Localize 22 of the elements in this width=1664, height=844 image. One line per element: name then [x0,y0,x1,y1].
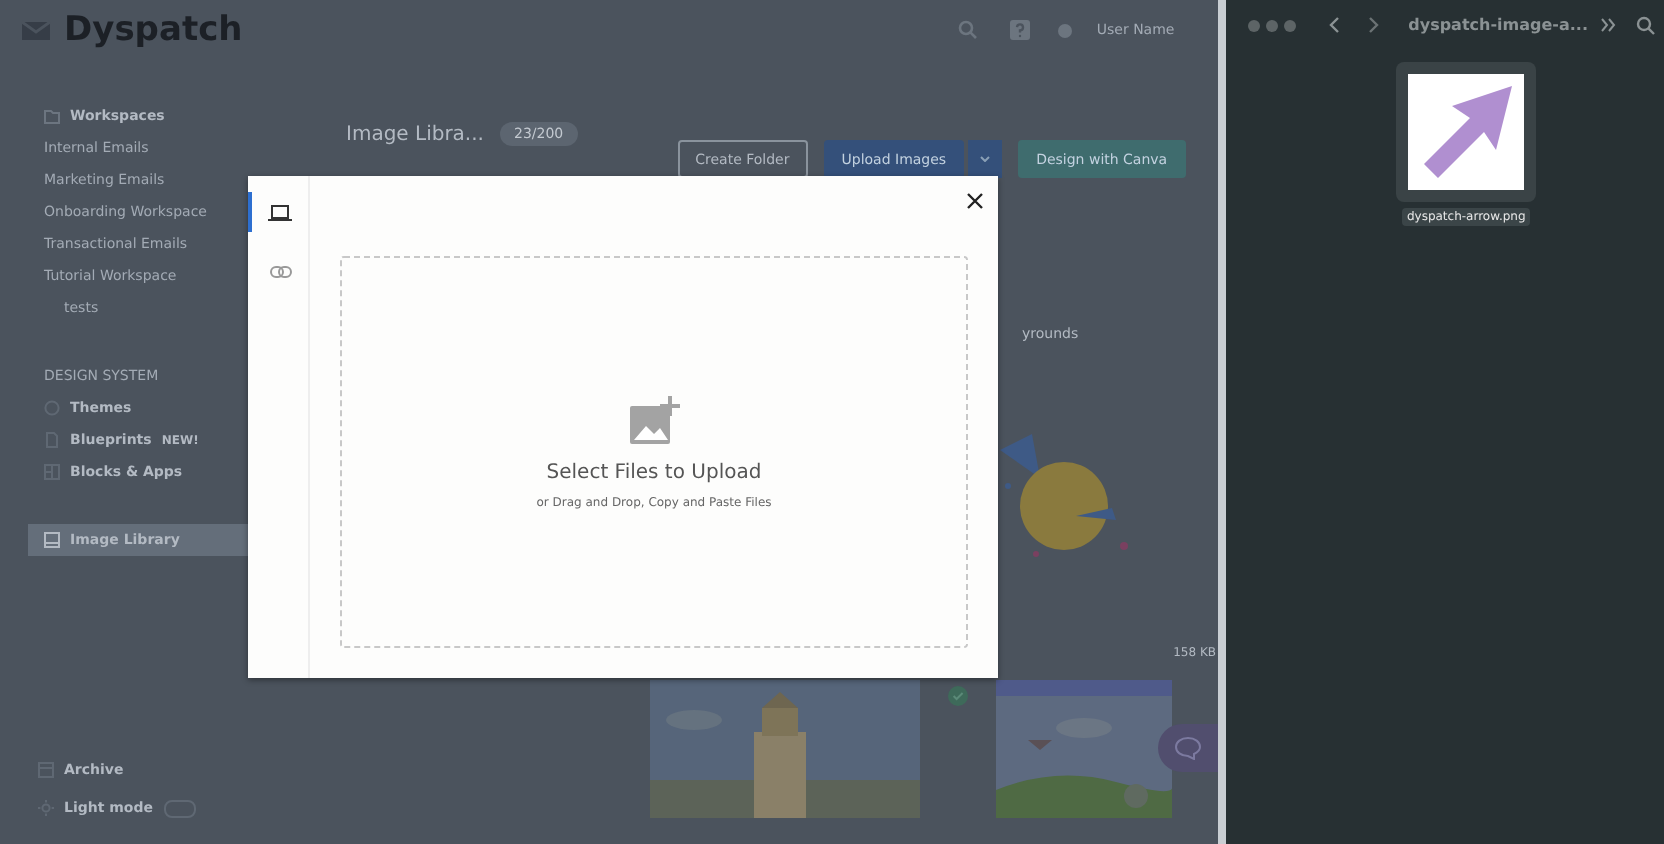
folder-icon [44,109,60,123]
page-title: Image Libra... [346,123,484,145]
forward-icon[interactable] [1368,16,1381,34]
back-icon[interactable] [1328,16,1341,34]
speech-bubble-icon [1174,736,1203,760]
close-icon [965,191,983,209]
avatar-icon [1058,23,1073,37]
dropdown-button[interactable] [968,140,1003,178]
close-button[interactable] [962,188,986,212]
window-title: dyspatch-image-a... [1408,16,1588,34]
image-add-icon [627,394,681,446]
image-icon [44,532,60,548]
checkmark-icon [948,686,968,706]
window-controls-icon [1248,19,1297,31]
arrow-drawing [1408,74,1525,190]
more-icon[interactable] [1600,18,1616,32]
search-icon[interactable] [1636,15,1656,35]
link-icon [269,266,291,278]
file-thumbnail[interactable] [1396,62,1537,202]
upload-title: Select Files to Upload [546,462,762,484]
caret-icon [980,156,991,162]
laptop-icon [268,203,292,221]
